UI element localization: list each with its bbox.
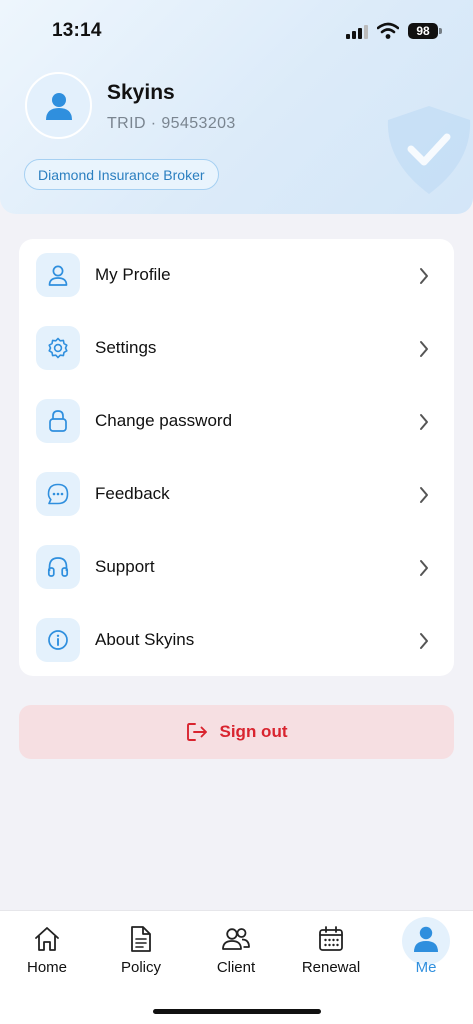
battery-level: 98 [416,24,430,38]
home-icon [35,927,59,951]
person-icon [414,926,438,952]
chat-bubble-icon [47,483,69,505]
battery-cap [439,28,442,34]
profile-avatar[interactable] [25,72,92,139]
person-icon [45,92,72,120]
sign-out-button[interactable]: Sign out [19,705,454,759]
broker-level-badge: Diamond Insurance Broker [24,159,219,190]
chevron-right-icon [420,633,428,649]
menu-item-label: Feedback [95,484,170,503]
chevron-right-icon [420,341,428,357]
menu-icon-wrapper [36,253,80,297]
user-trid: TRID · 95453203 [107,115,236,132]
tab-home[interactable]: Home [2,911,92,991]
menu-item-settings[interactable]: Settings [19,312,454,385]
tab-client[interactable]: Client [191,911,281,991]
user-name: Skyins [107,81,175,104]
shield-check-icon [387,106,471,194]
menu-item-label: Support [95,557,155,576]
cellular-signal-icon [346,25,368,39]
settings-menu: My Profile Settings Change password Feed… [19,239,454,676]
chevron-right-icon [420,268,428,284]
tab-label: Policy [120,959,161,976]
home-indicator [153,1009,321,1014]
badge-label: Diamond Insurance Broker [38,166,205,183]
menu-item-support[interactable]: Support [19,531,454,604]
menu-icon-wrapper [36,399,80,443]
menu-item-label: Change password [95,411,233,430]
wifi-icon [377,22,399,39]
tab-label: Renewal [301,959,361,976]
menu-item-label: Settings [95,338,157,357]
calendar-icon [319,926,343,951]
menu-item-my-profile[interactable]: My Profile [19,239,454,312]
battery-indicator: 98 [408,23,438,39]
menu-item-change-password[interactable]: Change password [19,385,454,458]
menu-icon-wrapper [36,545,80,589]
profile-header: 13:14 98 Skyins TRID · 95453203 Diamond … [0,0,473,214]
document-icon [131,926,151,952]
user-icon [48,265,68,286]
info-icon [48,630,68,650]
menu-icon-wrapper [36,326,80,370]
tab-label: Me [415,959,437,976]
chevron-right-icon [420,487,428,503]
tab-label: Client [216,959,256,976]
chevron-right-icon [420,414,428,430]
gear-icon [48,337,68,359]
status-time: 13:14 [52,20,102,41]
logout-icon [186,723,207,741]
bottom-tab-bar: Home Policy Client Renewal Me [0,910,473,1024]
tab-renewal[interactable]: Renewal [286,911,376,991]
menu-item-label: My Profile [95,265,171,284]
tab-me[interactable]: Me [381,911,471,991]
menu-item-label: About Skyins [95,630,195,649]
sign-out-label: Sign out [219,722,288,741]
menu-item-about[interactable]: About Skyins [19,604,454,677]
tab-policy[interactable]: Policy [96,911,186,991]
menu-item-feedback[interactable]: Feedback [19,458,454,531]
menu-icon-wrapper [36,618,80,662]
headphones-icon [47,557,69,577]
chevron-right-icon [420,560,428,576]
lock-icon [49,410,67,432]
users-icon [222,928,250,950]
menu-icon-wrapper [36,472,80,516]
status-bar: 13:14 98 [0,0,473,60]
tab-label: Home [26,959,67,976]
